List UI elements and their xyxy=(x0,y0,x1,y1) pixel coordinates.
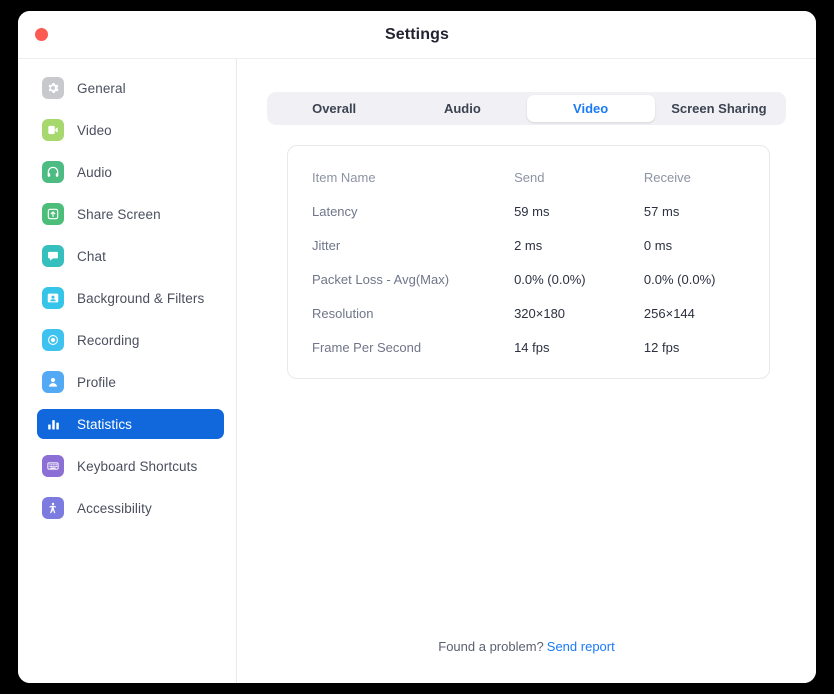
sidebar: General Video Audio Share Screen Chat Ba… xyxy=(18,59,237,683)
statistics-tabs: Overall Audio Video Screen Sharing xyxy=(267,92,786,125)
sidebar-item-label: Accessibility xyxy=(77,500,152,516)
profile-icon xyxy=(42,371,64,393)
row-send-value: 2 ms xyxy=(514,237,543,253)
statistics-table: Item Name Send Receive Latency 59 ms 57 … xyxy=(288,160,769,364)
sidebar-item-label: Recording xyxy=(77,332,140,348)
statistics-icon xyxy=(42,413,64,435)
page-title: Settings xyxy=(385,25,449,43)
sidebar-item-label: Background & Filters xyxy=(77,290,205,306)
column-header-item-name: Item Name xyxy=(312,169,376,185)
footer: Found a problem? Send report xyxy=(237,639,816,683)
sidebar-item-profile[interactable]: Profile xyxy=(37,367,224,397)
row-label: Frame Per Second xyxy=(312,339,422,355)
sidebar-item-share-screen[interactable]: Share Screen xyxy=(37,199,224,229)
sidebar-item-label: Share Screen xyxy=(77,206,161,222)
window-body: General Video Audio Share Screen Chat Ba… xyxy=(18,59,816,683)
sidebar-item-label: Profile xyxy=(77,374,116,390)
sidebar-item-general[interactable]: General xyxy=(37,73,224,103)
row-send-value: 0.0% (0.0%) xyxy=(514,271,586,287)
table-row: Resolution 320×180 256×144 xyxy=(288,296,769,330)
chat-icon xyxy=(42,245,64,267)
sidebar-item-label: General xyxy=(77,80,126,96)
headphones-icon xyxy=(42,161,64,183)
row-label: Packet Loss - Avg(Max) xyxy=(312,271,450,287)
row-send-value: 14 fps xyxy=(514,339,550,355)
tab-screen-sharing[interactable]: Screen Sharing xyxy=(655,95,783,122)
row-send-value: 320×180 xyxy=(514,305,566,321)
table-row: Jitter 2 ms 0 ms xyxy=(288,228,769,262)
sidebar-item-accessibility[interactable]: Accessibility xyxy=(37,493,224,523)
footer-text: Found a problem? xyxy=(438,639,544,654)
column-header-receive: Receive xyxy=(643,169,691,185)
table-row: Latency 59 ms 57 ms xyxy=(288,194,769,228)
sidebar-item-video[interactable]: Video xyxy=(37,115,224,145)
row-receive-value: 256×144 xyxy=(643,305,695,321)
column-header-send: Send xyxy=(514,169,545,185)
row-receive-value: 0 ms xyxy=(643,237,673,253)
sidebar-item-label: Video xyxy=(77,122,112,138)
tab-audio[interactable]: Audio xyxy=(398,95,526,122)
row-label: Latency xyxy=(312,203,358,219)
video-statistics-card: Item Name Send Receive Latency 59 ms 57 … xyxy=(287,145,770,379)
title-bar: Settings xyxy=(18,11,816,59)
row-send-value: 59 ms xyxy=(514,203,550,219)
sidebar-item-recording[interactable]: Recording xyxy=(37,325,224,355)
row-label: Jitter xyxy=(312,237,341,253)
table-row: Packet Loss - Avg(Max) 0.0% (0.0%) 0.0% … xyxy=(288,262,769,296)
row-label: Resolution xyxy=(312,305,374,321)
stats-card-container: Item Name Send Receive Latency 59 ms 57 … xyxy=(237,125,816,379)
accessibility-icon xyxy=(42,497,64,519)
tab-video[interactable]: Video xyxy=(526,95,655,122)
sidebar-item-audio[interactable]: Audio xyxy=(37,157,224,187)
share-screen-icon xyxy=(42,203,64,225)
row-receive-value: 57 ms xyxy=(643,203,680,219)
row-receive-value: 12 fps xyxy=(643,339,680,355)
sidebar-item-label: Chat xyxy=(77,248,106,264)
sidebar-item-label: Statistics xyxy=(77,416,133,432)
table-row: Frame Per Second 14 fps 12 fps xyxy=(288,330,769,364)
recording-icon xyxy=(42,329,64,351)
sidebar-item-keyboard-shortcuts[interactable]: Keyboard Shortcuts xyxy=(37,451,224,481)
sidebar-item-chat[interactable]: Chat xyxy=(37,241,224,271)
sidebar-item-background-filters[interactable]: Background & Filters xyxy=(37,283,224,313)
close-button[interactable] xyxy=(35,28,48,41)
sidebar-item-label: Keyboard Shortcuts xyxy=(77,458,198,474)
sidebar-item-label: Audio xyxy=(77,164,113,180)
sidebar-item-statistics[interactable]: Statistics xyxy=(37,409,224,439)
content-area: Overall Audio Video Screen Sharing Item … xyxy=(237,59,816,683)
tabs-container: Overall Audio Video Screen Sharing xyxy=(237,59,816,125)
video-icon xyxy=(42,119,64,141)
gear-icon xyxy=(42,77,64,99)
table-header-row: Item Name Send Receive xyxy=(288,160,769,194)
row-receive-value: 0.0% (0.0%) xyxy=(643,271,716,287)
tab-overall[interactable]: Overall xyxy=(270,95,398,122)
send-report-link[interactable]: Send report xyxy=(547,639,615,654)
keyboard-icon xyxy=(42,455,64,477)
settings-window: Settings General Video Audio Share Scree… xyxy=(18,11,816,683)
background-icon xyxy=(42,287,64,309)
